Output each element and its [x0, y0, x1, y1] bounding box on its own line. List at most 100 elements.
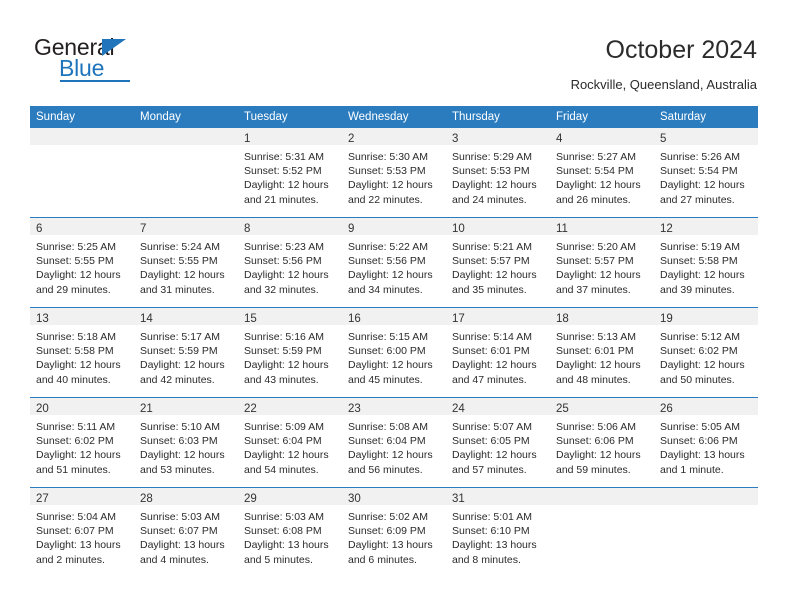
day-number-band: 26: [654, 398, 758, 415]
sunset-text: Sunset: 5:55 PM: [36, 255, 114, 268]
daylight-text: Daylight: 12 hours and 40 minutes.: [36, 359, 121, 386]
day-cell[interactable]: 8 Sunrise: 5:23 AM Sunset: 5:56 PM Daylight…: [238, 217, 342, 308]
day-cell-details: Sunrise: 5:02 AM Sunset: 6:09 PM Daylight:…: [342, 505, 446, 567]
day-cell-empty: [550, 487, 654, 577]
day-number: 17: [452, 313, 465, 325]
sunset-text: Sunset: 6:07 PM: [36, 525, 114, 538]
day-cell[interactable]: 1 Sunrise: 5:31 AM Sunset: 5:52 PM Daylight…: [238, 128, 342, 218]
day-cell-details: Sunrise: 5:04 AM Sunset: 6:07 PM Daylight:…: [30, 505, 134, 567]
day-cell[interactable]: 31 Sunrise: 5:01 AM Sunset: 6:10 PM Dayligh…: [446, 487, 550, 577]
weekday-header-friday: Friday: [550, 106, 654, 128]
day-cell-details: Sunrise: 5:14 AM Sunset: 6:01 PM Daylight:…: [446, 325, 550, 387]
calendar-week-row: 6 Sunrise: 5:25 AM Sunset: 5:55 PM Daylight…: [30, 217, 758, 308]
general-blue-logo: General Blue: [34, 36, 234, 88]
sunset-text: Sunset: 5:57 PM: [452, 255, 530, 268]
sunrise-text: Sunrise: 5:01 AM: [452, 511, 532, 523]
day-cell-details: Sunrise: 5:23 AM Sunset: 5:56 PM Daylight:…: [238, 235, 342, 297]
day-cell[interactable]: 20 Sunrise: 5:11 AM Sunset: 6:02 PM Dayligh…: [30, 397, 134, 488]
calendar-week-row: 13 Sunrise: 5:18 AM Sunset: 5:58 PM Dayligh…: [30, 307, 758, 398]
sunrise-text: Sunrise: 5:11 AM: [36, 421, 116, 433]
daylight-text: Daylight: 12 hours and 31 minutes.: [140, 269, 225, 296]
sunset-text: Sunset: 6:01 PM: [452, 345, 530, 358]
sunset-text: Sunset: 5:53 PM: [348, 165, 426, 178]
sunrise-text: Sunrise: 5:23 AM: [244, 241, 324, 253]
calendar-grid: Sunday Monday Tuesday Wednesday Thursday…: [30, 106, 758, 577]
day-number: 7: [140, 223, 147, 235]
daylight-text: Daylight: 12 hours and 37 minutes.: [556, 269, 641, 296]
daylight-text: Daylight: 12 hours and 34 minutes.: [348, 269, 433, 296]
day-number-band: 24: [446, 398, 550, 415]
day-cell[interactable]: 3 Sunrise: 5:29 AM Sunset: 5:53 PM Daylight…: [446, 128, 550, 218]
day-number-band: 23: [342, 398, 446, 415]
day-cell[interactable]: 23 Sunrise: 5:08 AM Sunset: 6:04 PM Dayligh…: [342, 397, 446, 488]
day-cell-details: Sunrise: 5:08 AM Sunset: 6:04 PM Daylight:…: [342, 415, 446, 477]
sunrise-text: Sunrise: 5:21 AM: [452, 241, 532, 253]
day-cell[interactable]: 4 Sunrise: 5:27 AM Sunset: 5:54 PM Daylight…: [550, 128, 654, 218]
day-cell[interactable]: 2 Sunrise: 5:30 AM Sunset: 5:53 PM Daylight…: [342, 128, 446, 218]
day-number-band: 21: [134, 398, 238, 415]
sunset-text: Sunset: 6:06 PM: [660, 435, 738, 448]
day-cell[interactable]: 22 Sunrise: 5:09 AM Sunset: 6:04 PM Dayligh…: [238, 397, 342, 488]
day-cell[interactable]: 6 Sunrise: 5:25 AM Sunset: 5:55 PM Daylight…: [30, 217, 134, 308]
daylight-text: Daylight: 12 hours and 45 minutes.: [348, 359, 433, 386]
day-cell-empty: [30, 128, 134, 218]
day-cell[interactable]: 12 Sunrise: 5:19 AM Sunset: 5:58 PM Dayligh…: [654, 217, 758, 308]
day-cell-details: Sunrise: 5:26 AM Sunset: 5:54 PM Daylight:…: [654, 145, 758, 207]
day-cell[interactable]: 10 Sunrise: 5:21 AM Sunset: 5:57 PM Dayligh…: [446, 217, 550, 308]
day-cell[interactable]: 21 Sunrise: 5:10 AM Sunset: 6:03 PM Dayligh…: [134, 397, 238, 488]
sunset-text: Sunset: 5:58 PM: [660, 255, 738, 268]
day-number-band: 2: [342, 128, 446, 145]
calendar-table: Sunday Monday Tuesday Wednesday Thursday…: [30, 106, 758, 577]
day-cell[interactable]: 9 Sunrise: 5:22 AM Sunset: 5:56 PM Daylight…: [342, 217, 446, 308]
day-cell[interactable]: 28 Sunrise: 5:03 AM Sunset: 6:07 PM Dayligh…: [134, 487, 238, 577]
day-cell[interactable]: 14 Sunrise: 5:17 AM Sunset: 5:59 PM Dayligh…: [134, 307, 238, 398]
day-cell[interactable]: 15 Sunrise: 5:16 AM Sunset: 5:59 PM Dayligh…: [238, 307, 342, 398]
day-number: 15: [244, 313, 257, 325]
day-cell-details: Sunrise: 5:21 AM Sunset: 5:57 PM Daylight:…: [446, 235, 550, 297]
day-number: 12: [660, 223, 673, 235]
day-number-band: 29: [238, 488, 342, 505]
sunset-text: Sunset: 6:01 PM: [556, 345, 634, 358]
day-cell-details: Sunrise: 5:25 AM Sunset: 5:55 PM Daylight:…: [30, 235, 134, 297]
day-number: 20: [36, 403, 49, 415]
day-cell[interactable]: 24 Sunrise: 5:07 AM Sunset: 6:05 PM Dayligh…: [446, 397, 550, 488]
daylight-text: Daylight: 12 hours and 43 minutes.: [244, 359, 329, 386]
sunset-text: Sunset: 6:02 PM: [660, 345, 738, 358]
sunrise-text: Sunrise: 5:05 AM: [660, 421, 740, 433]
day-cell[interactable]: 11 Sunrise: 5:20 AM Sunset: 5:57 PM Dayligh…: [550, 217, 654, 308]
day-cell[interactable]: 13 Sunrise: 5:18 AM Sunset: 5:58 PM Dayligh…: [30, 307, 134, 398]
day-cell[interactable]: 30 Sunrise: 5:02 AM Sunset: 6:09 PM Dayligh…: [342, 487, 446, 577]
day-number-band: [654, 488, 758, 505]
day-cell-details: Sunrise: 5:01 AM Sunset: 6:10 PM Daylight:…: [446, 505, 550, 567]
day-cell[interactable]: 16 Sunrise: 5:15 AM Sunset: 6:00 PM Dayligh…: [342, 307, 446, 398]
day-cell[interactable]: 27 Sunrise: 5:04 AM Sunset: 6:07 PM Dayligh…: [30, 487, 134, 577]
day-cell[interactable]: 5 Sunrise: 5:26 AM Sunset: 5:54 PM Daylight…: [654, 128, 758, 218]
sunset-text: Sunset: 6:09 PM: [348, 525, 426, 538]
day-cell[interactable]: 25 Sunrise: 5:06 AM Sunset: 6:06 PM Dayligh…: [550, 397, 654, 488]
sunrise-text: Sunrise: 5:06 AM: [556, 421, 636, 433]
daylight-text: Daylight: 12 hours and 47 minutes.: [452, 359, 537, 386]
day-number-band: 6: [30, 218, 134, 235]
daylight-text: Daylight: 13 hours and 8 minutes.: [452, 539, 537, 566]
day-number: 10: [452, 223, 465, 235]
sunrise-text: Sunrise: 5:30 AM: [348, 151, 428, 163]
day-cell[interactable]: 7 Sunrise: 5:24 AM Sunset: 5:55 PM Daylight…: [134, 217, 238, 308]
day-number-band: 19: [654, 308, 758, 325]
page-title: October 2024: [605, 36, 758, 64]
sunset-text: Sunset: 6:00 PM: [348, 345, 426, 358]
day-number-band: 18: [550, 308, 654, 325]
day-cell[interactable]: 19 Sunrise: 5:12 AM Sunset: 6:02 PM Dayligh…: [654, 307, 758, 398]
day-cell[interactable]: 17 Sunrise: 5:14 AM Sunset: 6:01 PM Dayligh…: [446, 307, 550, 398]
sunrise-text: Sunrise: 5:10 AM: [140, 421, 220, 433]
sunrise-text: Sunrise: 5:31 AM: [244, 151, 324, 163]
day-number-band: 12: [654, 218, 758, 235]
day-number-band: 5: [654, 128, 758, 145]
sunrise-text: Sunrise: 5:12 AM: [660, 331, 740, 343]
day-cell[interactable]: 26 Sunrise: 5:05 AM Sunset: 6:06 PM Dayligh…: [654, 397, 758, 488]
day-number-band: 3: [446, 128, 550, 145]
daylight-text: Daylight: 12 hours and 22 minutes.: [348, 179, 433, 206]
sunrise-text: Sunrise: 5:02 AM: [348, 511, 428, 523]
day-cell[interactable]: 18 Sunrise: 5:13 AM Sunset: 6:01 PM Dayligh…: [550, 307, 654, 398]
day-cell[interactable]: 29 Sunrise: 5:03 AM Sunset: 6:08 PM Dayligh…: [238, 487, 342, 577]
daylight-text: Daylight: 12 hours and 48 minutes.: [556, 359, 641, 386]
